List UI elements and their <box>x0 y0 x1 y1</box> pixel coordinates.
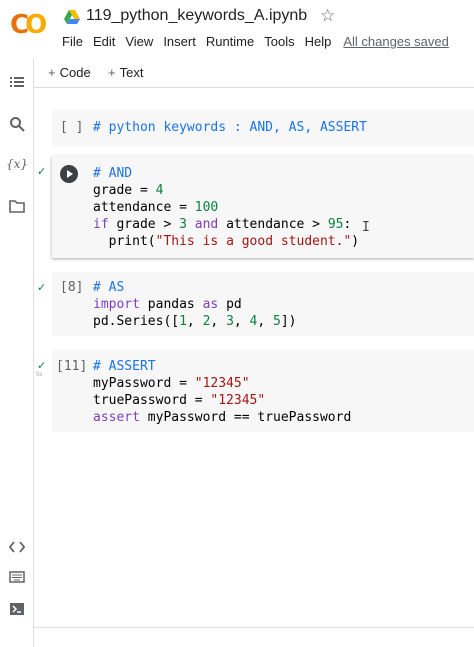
execution-count[interactable]: [8] <box>60 280 96 295</box>
plus-icon: + <box>48 65 56 80</box>
command-palette-icon[interactable] <box>9 569 25 585</box>
menu-edit[interactable]: Edit <box>93 34 115 49</box>
execution-time: 0s <box>36 372 43 378</box>
code-line: print("This is a good student.") <box>93 234 360 249</box>
cell-code[interactable]: # ASSERT myPassword = "12345" truePasswo… <box>93 358 351 426</box>
menu-file[interactable]: File <box>62 34 83 49</box>
code-line: # python keywords : AND, AS, ASSERT <box>93 120 367 135</box>
cell-code[interactable]: # AND grade = 4 attendance = 100 if grad… <box>93 165 359 250</box>
code-cell-4[interactable]: [11] # ASSERT myPassword = "12345" trueP… <box>52 350 474 432</box>
code-line: import pandas as pd <box>93 297 242 312</box>
add-code-label: Code <box>59 65 91 80</box>
menu-insert[interactable]: Insert <box>163 34 196 49</box>
success-check-icon: ✓ <box>37 360 47 372</box>
code-line: # AS <box>93 280 125 295</box>
logo-letter-o: O <box>25 10 47 40</box>
add-code-button[interactable]: + Code <box>48 65 91 80</box>
save-status-link[interactable]: All changes saved <box>343 34 449 49</box>
code-cell-1[interactable]: [ ] # python keywords : AND, AS, ASSERT <box>52 110 474 146</box>
left-rail: {x} <box>0 58 34 647</box>
search-icon[interactable] <box>9 116 25 132</box>
header: CO 119_python_keywords_A.ipynb ☆ File Ed… <box>0 0 474 58</box>
menu-help[interactable]: Help <box>305 34 332 49</box>
execution-count[interactable]: [11] <box>56 359 92 374</box>
terminal-icon[interactable] <box>9 601 25 617</box>
code-line: # ASSERT <box>93 359 156 374</box>
menu-bar: File Edit View Insert Runtime Tools Help… <box>62 34 459 49</box>
code-cell-3[interactable]: [8] # AS import pandas as pd pd.Series([… <box>52 272 474 336</box>
code-snippets-icon[interactable] <box>9 539 25 555</box>
logo-letter-c: C <box>10 10 29 40</box>
code-line: truePassword = "12345" <box>93 393 266 408</box>
code-line: # AND <box>93 166 133 181</box>
code-line: if grade > 3 and attendance > 95: <box>93 217 352 232</box>
cell-code[interactable]: # python keywords : AND, AS, ASSERT <box>93 119 367 136</box>
notebook-title[interactable]: 119_python_keywords_A.ipynb <box>86 7 307 25</box>
execution-count[interactable]: [ ] <box>60 120 96 135</box>
add-text-button[interactable]: + Text <box>108 65 143 80</box>
folder-icon[interactable] <box>9 198 25 214</box>
add-text-label: Text <box>119 65 144 80</box>
code-cell-2[interactable]: # AND grade = 4 attendance = 100 if grad… <box>52 156 474 258</box>
code-line: attendance = 100 <box>93 200 219 215</box>
menu-view[interactable]: View <box>125 34 153 49</box>
variables-icon[interactable]: {x} <box>6 157 28 173</box>
menu-runtime[interactable]: Runtime <box>206 34 254 49</box>
text-cursor-icon: I <box>362 220 370 235</box>
status-divider <box>34 627 474 628</box>
toolbar: + Code + Text <box>34 58 474 88</box>
code-line: assert myPassword == truePassword <box>93 410 352 425</box>
plus-icon: + <box>108 65 116 80</box>
success-check-icon: ✓ <box>37 166 47 178</box>
star-icon[interactable]: ☆ <box>320 6 335 26</box>
code-line: pd.Series([1, 2, 3, 4, 5]) <box>93 314 297 329</box>
colab-logo[interactable]: CO <box>10 12 50 38</box>
run-cell-button[interactable] <box>60 165 78 183</box>
code-line: myPassword = "12345" <box>93 376 250 391</box>
menu-tools[interactable]: Tools <box>264 34 294 49</box>
cell-code[interactable]: # AS import pandas as pd pd.Series([1, 2… <box>93 279 297 330</box>
success-check-icon: ✓ <box>37 282 47 294</box>
google-drive-icon <box>64 10 80 24</box>
list-icon[interactable] <box>9 74 25 90</box>
code-line: grade = 4 <box>93 183 164 198</box>
